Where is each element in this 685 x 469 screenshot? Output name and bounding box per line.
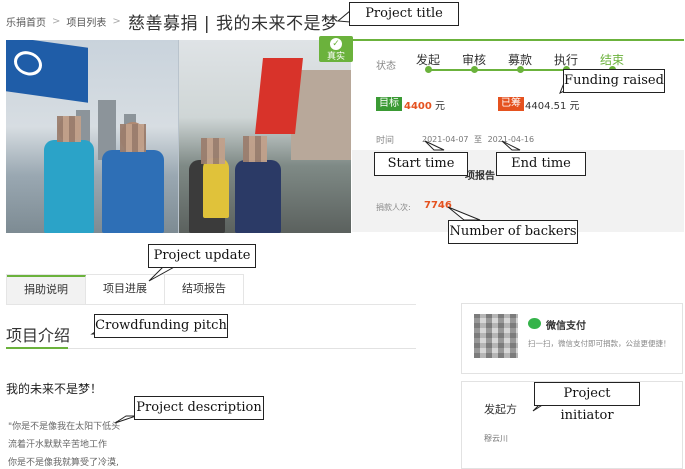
- breadcrumb-separator: >: [112, 16, 121, 27]
- step-dot: [425, 66, 432, 73]
- breadcrumb-home-link[interactable]: 乐捐首页: [6, 14, 46, 29]
- raised-amount: 4404.51 元: [525, 101, 580, 112]
- callout-crowdfunding-pitch: Crowdfunding pitch: [94, 314, 228, 338]
- wechat-pay-box: 微信支付 扫一扫，微信支付即可捐款，公益更便捷！: [461, 303, 683, 374]
- time-range: 2021-04-07 至 2021-04-16: [422, 134, 534, 145]
- blurred-face: [57, 116, 81, 142]
- end-date: 2021-04-16: [487, 135, 535, 144]
- person-figure: [102, 150, 164, 233]
- goal-amount: 4400 元: [404, 101, 446, 112]
- time-label: 时间: [376, 136, 395, 146]
- step-dot: [471, 66, 478, 73]
- story-text: "你是不是像我在太阳下低头 流着汗水默默辛苦地工作 你是不是像我就算受了冷漠,: [8, 418, 120, 469]
- tab-divider: [6, 304, 416, 305]
- step-dot: [517, 66, 524, 73]
- pay-description: 扫一扫，微信支付即可捐款，公益更便捷！: [528, 339, 671, 348]
- blurred-face: [243, 136, 267, 162]
- step-finish: 结束: [592, 51, 632, 73]
- callout-project-initiator: Project initiator: [534, 382, 640, 423]
- tab-project-progress[interactable]: 项目进展: [86, 275, 165, 304]
- callout-number-of-backers: Number of backers: [448, 220, 578, 244]
- tab-final-report[interactable]: 结项报告: [165, 275, 243, 304]
- backers-count: 7746: [424, 200, 452, 211]
- start-date: 2021-04-07: [422, 135, 469, 144]
- raised-tag: 已筹: [498, 97, 524, 111]
- wechat-icon: [528, 318, 541, 329]
- date-separator: 至: [474, 135, 483, 144]
- person-figure: [203, 158, 229, 218]
- report-heading: 项报告: [465, 171, 495, 182]
- step-execute: 执行: [546, 51, 586, 73]
- breadcrumb: 乐捐首页 > 项目列表 >: [6, 14, 121, 29]
- person-figure: [235, 160, 281, 233]
- section-title: 项目介绍: [6, 326, 71, 345]
- verified-badge: ✓ 真实: [319, 36, 353, 62]
- story-line: "你是不是像我在太阳下低头: [8, 422, 121, 432]
- callout-project-update: Project update: [148, 244, 256, 268]
- person-figure: [44, 140, 94, 233]
- step-fundraise: 募款: [500, 51, 540, 73]
- callout-project-title: Project title: [349, 2, 459, 26]
- red-flag: [255, 58, 303, 134]
- pay-title: 微信支付: [546, 321, 586, 332]
- section-accent: [6, 347, 68, 349]
- initiator-name[interactable]: 穆云川: [484, 433, 508, 444]
- callout-project-description: Project description: [134, 396, 264, 420]
- initiator-title: 发起方: [484, 403, 517, 416]
- tab-donation-info[interactable]: 捐助说明: [7, 275, 86, 304]
- backers-label: 捐款人次:: [376, 203, 411, 212]
- callout-funding-raised: Funding raised: [563, 69, 665, 93]
- blurred-face: [120, 124, 146, 152]
- breadcrumb-separator: >: [52, 16, 61, 27]
- story-line: 你是不是像我就算受了冷漠,: [8, 458, 119, 468]
- qr-code-overlay: [474, 314, 518, 358]
- page-title: 慈善募捐 | 我的未来不是梦: [128, 14, 339, 34]
- status-label: 状态: [376, 61, 396, 72]
- goal-tag: 目标: [376, 97, 402, 111]
- info-panel-accent: [352, 39, 684, 41]
- content-tabs: 捐助说明 项目进展 结项报告: [6, 274, 244, 304]
- step-launch: 发起: [408, 51, 448, 73]
- project-photo: [6, 40, 351, 233]
- verified-badge-label: 真实: [326, 52, 345, 62]
- story-title: 我的未来不是梦！: [6, 382, 103, 396]
- breadcrumb-list-link[interactable]: 项目列表: [66, 14, 106, 29]
- step-review: 审核: [454, 51, 494, 73]
- callout-start-time: Start time: [374, 152, 468, 176]
- story-line: 流着汗水默默辛苦地工作: [8, 440, 108, 450]
- blurred-face: [201, 138, 225, 164]
- callout-end-time: End time: [496, 152, 586, 176]
- check-icon: ✓: [330, 38, 342, 50]
- flag-emblem: [14, 49, 42, 78]
- photo-left-panel: [6, 40, 178, 233]
- section-divider: [6, 347, 416, 349]
- blue-flag: [6, 40, 88, 103]
